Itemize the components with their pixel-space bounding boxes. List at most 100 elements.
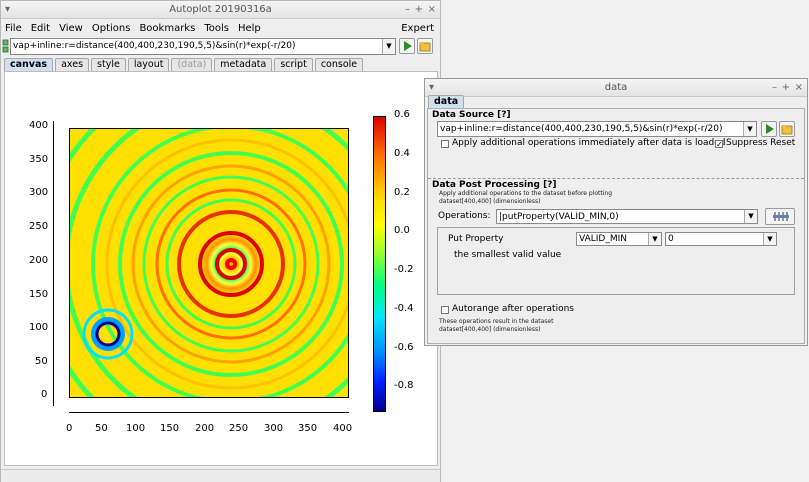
x-tick-label: 150 xyxy=(160,423,180,434)
main-titlebar[interactable]: ▾ Autoplot 20190316a – + × xyxy=(1,1,440,19)
maximize-icon[interactable]: + xyxy=(415,1,423,18)
colorbar[interactable] xyxy=(373,116,386,412)
heatmap-image xyxy=(70,129,348,397)
colorbar-tick-label: -0.6 xyxy=(394,342,414,353)
chevron-down-icon[interactable]: ▼ xyxy=(763,233,776,245)
suppress-reset-label: Suppress Reset xyxy=(726,138,796,148)
drag-handle-icon[interactable] xyxy=(2,39,10,53)
minimize-icon[interactable]: – xyxy=(405,1,410,18)
operations-text: |putProperty(VALID_MIN,0) xyxy=(499,212,619,222)
menu-view[interactable]: View xyxy=(59,23,83,34)
property-name-value: VALID_MIN xyxy=(579,234,627,244)
data-window-title: data xyxy=(604,82,628,93)
status-bar xyxy=(1,469,440,482)
menu-edit[interactable]: Edit xyxy=(31,23,50,34)
y-tick-label: 0 xyxy=(41,389,48,400)
maximize-icon[interactable]: + xyxy=(782,79,790,96)
colorbar-tick-label: -0.4 xyxy=(394,303,414,314)
menu-help[interactable]: Help xyxy=(238,23,261,34)
colorbar-tick-label: -0.2 xyxy=(394,264,414,275)
menu-options[interactable]: Options xyxy=(92,23,131,34)
menu-bookmarks[interactable]: Bookmarks xyxy=(139,23,195,34)
suppress-reset-checkbox[interactable]: ✓ xyxy=(715,140,723,149)
main-tabs: canvas axes style layout (data) metadata… xyxy=(4,58,365,71)
tab-console[interactable]: console xyxy=(314,58,364,71)
x-tick-label: 350 xyxy=(298,423,318,434)
colorbar-tick-label: 0.6 xyxy=(394,109,410,120)
colorbar-tick-label: 0.0 xyxy=(394,225,410,236)
tab-metadata[interactable]: metadata xyxy=(214,58,273,71)
browse-button[interactable] xyxy=(779,121,795,137)
operations-input[interactable]: |putProperty(VALID_MIN,0) ▼ xyxy=(496,209,758,224)
x-tick-label: 250 xyxy=(229,423,249,434)
close-icon[interactable]: × xyxy=(428,1,436,18)
y-axis-line xyxy=(53,121,54,406)
put-property-label: Put Property xyxy=(448,234,504,244)
operations-label: Operations: xyxy=(438,211,491,221)
menu-file[interactable]: File xyxy=(5,23,22,34)
menu-expert[interactable]: Expert xyxy=(401,23,434,34)
post-note-dataset: dataset[400,400] (dimensionless) xyxy=(439,198,541,205)
property-name-select[interactable]: VALID_MIN ▼ xyxy=(576,232,662,246)
data-source-title[interactable]: Data Source [?] xyxy=(432,110,511,120)
window-menu-icon[interactable]: ▾ xyxy=(5,1,10,18)
chevron-down-icon[interactable]: ▼ xyxy=(744,210,757,223)
apply-ops-checkbox[interactable] xyxy=(441,140,449,148)
x-axis-line xyxy=(69,412,349,413)
post-processing-title[interactable]: Data Post Processing [?] xyxy=(432,180,557,190)
go-button[interactable] xyxy=(761,121,777,137)
colorbar-tick-label: 0.2 xyxy=(394,187,410,198)
browse-button[interactable] xyxy=(417,38,433,54)
uri-text: vap+inline:r=distance(400,400,230,190,5,… xyxy=(13,41,296,51)
property-value-input[interactable]: 0 ▼ xyxy=(665,232,777,246)
autorange-label: Autorange after operations xyxy=(452,304,574,314)
plot-canvas[interactable]: 400 350 300 250 200 150 100 50 0 0 50 10… xyxy=(4,71,438,466)
tab-script[interactable]: script xyxy=(274,58,313,71)
uri-input[interactable]: vap+inline:r=distance(400,400,230,190,5,… xyxy=(10,38,396,55)
x-tick-label: 50 xyxy=(95,423,108,434)
x-tick-label: 400 xyxy=(333,423,353,434)
minimize-icon[interactable]: – xyxy=(772,79,777,96)
chevron-down-icon[interactable]: ▼ xyxy=(743,122,756,136)
folder-icon xyxy=(781,125,793,135)
filter-list-icon xyxy=(773,212,789,221)
menu-tools[interactable]: Tools xyxy=(204,23,229,34)
heatmap-frame[interactable] xyxy=(69,128,349,398)
uri-row: vap+inline:r=distance(400,400,230,190,5,… xyxy=(1,38,442,56)
operation-editor: Put Property VALID_MIN ▼ 0 ▼ the smalles… xyxy=(437,227,795,295)
post-note: Apply additional operations to the datas… xyxy=(439,190,613,197)
apply-ops-label: Apply additional operations immediately … xyxy=(452,138,726,148)
y-tick-label: 50 xyxy=(35,356,48,367)
menubar: File Edit View Options Bookmarks Tools H… xyxy=(1,19,440,37)
tab-data-panel[interactable]: data xyxy=(428,95,465,108)
y-tick-label: 250 xyxy=(29,221,49,232)
play-icon xyxy=(404,41,412,51)
window-menu-icon[interactable]: ▾ xyxy=(429,79,434,96)
x-tick-label: 300 xyxy=(264,423,284,434)
y-tick-label: 350 xyxy=(29,154,49,165)
tab-canvas[interactable]: canvas xyxy=(4,58,54,71)
close-icon[interactable]: × xyxy=(795,79,803,96)
filters-button[interactable] xyxy=(765,208,795,225)
tab-data[interactable]: (data) xyxy=(171,58,213,71)
go-button[interactable] xyxy=(399,38,415,54)
autoplot-main-window: ▾ Autoplot 20190316a – + × File Edit Vie… xyxy=(0,0,441,482)
data-uri-text: vap+inline:r=distance(400,400,230,190,5,… xyxy=(440,124,723,134)
data-window: ▾ data – + × data Data Source [?] vap+in… xyxy=(424,78,808,346)
tab-axes[interactable]: axes xyxy=(55,58,90,71)
x-tick-label: 200 xyxy=(195,423,215,434)
tab-layout[interactable]: layout xyxy=(127,58,170,71)
x-tick-label: 100 xyxy=(126,423,146,434)
colorbar-tick-label: 0.4 xyxy=(394,148,410,159)
play-icon xyxy=(766,124,774,134)
tab-style[interactable]: style xyxy=(91,58,126,71)
property-value-text: 0 xyxy=(668,234,674,244)
data-titlebar[interactable]: ▾ data – + × xyxy=(425,79,807,97)
data-uri-input[interactable]: vap+inline:r=distance(400,400,230,190,5,… xyxy=(437,121,757,137)
main-window-title: Autoplot 20190316a xyxy=(169,4,272,15)
y-tick-label: 300 xyxy=(29,187,49,198)
chevron-down-icon[interactable]: ▼ xyxy=(648,233,661,245)
x-tick-label: 0 xyxy=(66,423,73,434)
autorange-checkbox[interactable] xyxy=(441,306,449,314)
chevron-down-icon[interactable]: ▼ xyxy=(382,39,395,54)
